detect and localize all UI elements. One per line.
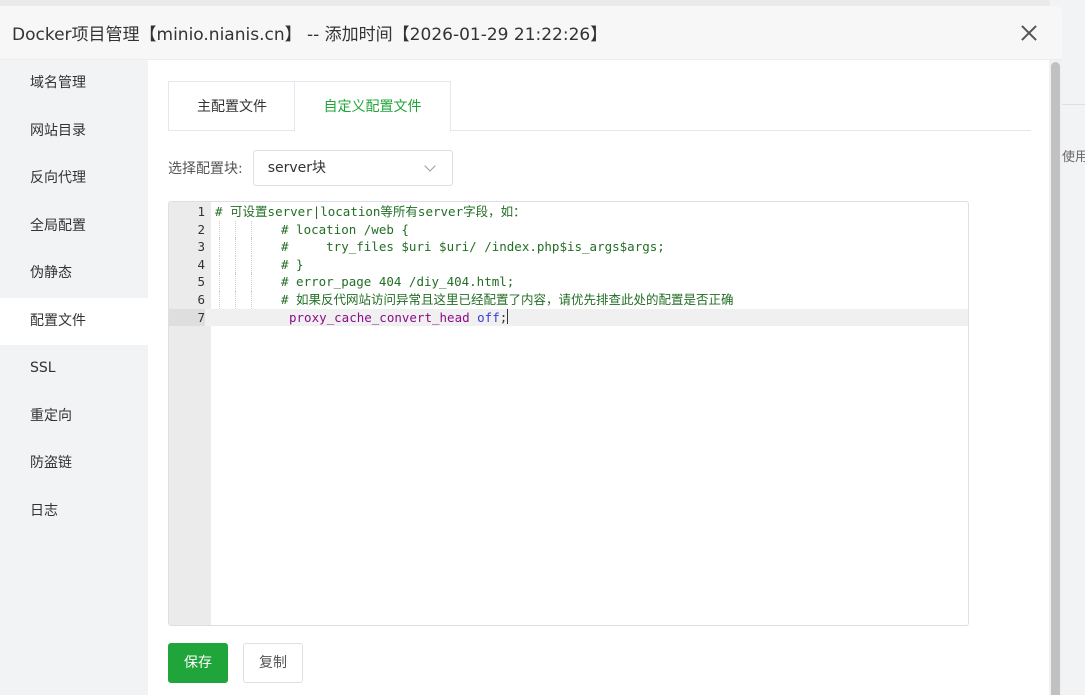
indent-guide	[235, 273, 236, 291]
code-editor[interactable]: 1 # 可设置server|location等所有server字段，如： 2 #…	[168, 201, 969, 626]
indent-guide	[251, 238, 252, 256]
config-tabs: 主配置文件 自定义配置文件	[168, 81, 1031, 132]
sidebar-item-reverse-proxy[interactable]: 反向代理	[0, 155, 148, 203]
directive-value: off	[477, 309, 500, 325]
save-button[interactable]: 保存	[168, 643, 228, 683]
tab-custom-config[interactable]: 自定义配置文件	[294, 81, 451, 132]
code-line-active: 7 proxy_cache_convert_head off;	[169, 308, 968, 327]
indent-guide	[251, 290, 252, 309]
dialog-header: Docker项目管理【minio.nianis.cn】 -- 添加时间【2026…	[0, 6, 1062, 60]
docker-project-dialog: Docker项目管理【minio.nianis.cn】 -- 添加时间【2026…	[0, 6, 1062, 695]
sidebar-item-redirect[interactable]: 重定向	[0, 393, 148, 441]
tab-main-config[interactable]: 主配置文件	[168, 81, 295, 131]
config-block-label: 选择配置块:	[168, 161, 243, 177]
line-number: 4	[197, 256, 205, 272]
directive-semicolon: ;	[499, 309, 508, 325]
code-comment: # 如果反代网站访问异常且这里已经配置了内容，请优先排查此处的配置是否正确	[281, 291, 734, 307]
dialog-title: Docker项目管理【minio.nianis.cn】 -- 添加时间【2026…	[12, 25, 608, 45]
action-buttons: 保存 复制	[168, 643, 303, 683]
config-block-select[interactable]: server块	[252, 150, 453, 186]
directive-name: proxy_cache_convert_head	[289, 309, 470, 325]
code-line: 2 # location /web {	[169, 220, 968, 239]
text-cursor	[507, 308, 509, 324]
code-comment: # 可设置server|location等所有server字段，如：	[215, 204, 526, 219]
indent-guide	[235, 255, 236, 274]
code-comment: # error_page 404 /diy_404.html;	[281, 274, 515, 290]
indent-guide	[235, 290, 236, 309]
code-line: 3 # try_files $uri $uri/ /index.php$is_a…	[169, 238, 968, 256]
copy-button[interactable]: 复制	[243, 643, 303, 683]
chevron-down-icon	[424, 160, 436, 172]
config-block-selected: server块	[267, 160, 327, 176]
indent-guide	[251, 255, 252, 274]
indent-guide	[219, 238, 220, 256]
line-number: 5	[197, 274, 205, 290]
sidebar-item-config-file[interactable]: 配置文件	[0, 297, 148, 345]
line-number: 7	[169, 308, 205, 327]
settings-sidebar: 域名管理 网站目录 反向代理 全局配置 伪静态 配置文件 SSL 重定向 防盗链…	[0, 60, 148, 695]
line-number: 3	[197, 239, 205, 255]
indent-guide	[219, 255, 220, 274]
line-number: 6	[197, 291, 205, 307]
code-directive-line: proxy_cache_convert_head off;	[289, 308, 509, 327]
code-line: 1 # 可设置server|location等所有server字段，如：	[169, 203, 968, 221]
indent-guide	[251, 273, 252, 291]
code-comment: # try_files $uri $uri/ /index.php$is_arg…	[281, 239, 665, 255]
sidebar-item-site-directory[interactable]: 网站目录	[0, 108, 148, 156]
line-number: 2	[197, 221, 205, 237]
scrollbar-thumb[interactable]	[1051, 62, 1060, 695]
indent-guide	[235, 220, 236, 239]
line-number: 1	[197, 204, 205, 219]
sidebar-item-rewrite[interactable]: 伪静态	[0, 250, 148, 298]
sidebar-item-domain[interactable]: 域名管理	[0, 60, 148, 108]
code-line: 6 # 如果反代网站访问异常且这里已经配置了内容，请优先排查此处的配置是否正确	[169, 290, 968, 309]
indent-guide	[219, 290, 220, 309]
indent-guide	[219, 273, 220, 291]
dialog-scrollbar[interactable]	[1049, 60, 1062, 695]
background-divider	[1060, 104, 1085, 105]
sidebar-item-global-config[interactable]: 全局配置	[0, 203, 148, 251]
indent-guide	[219, 220, 220, 239]
sidebar-item-logs[interactable]: 日志	[0, 488, 148, 536]
code-line: 5 # error_page 404 /diy_404.html;	[169, 273, 968, 291]
sidebar-item-ssl[interactable]: SSL	[0, 345, 148, 393]
code-comment: # location /web {	[281, 221, 409, 237]
code-line: 4 # }	[169, 255, 968, 274]
sidebar-item-hotlink-protection[interactable]: 防盗链	[0, 440, 148, 488]
indent-guide	[235, 238, 236, 256]
background-help-text: 使用帮	[1062, 150, 1085, 165]
close-icon[interactable]	[1018, 22, 1040, 44]
code-lines: 1 # 可设置server|location等所有server字段，如： 2 #…	[169, 203, 968, 327]
indent-guide	[251, 220, 252, 239]
code-comment: # }	[281, 256, 304, 272]
config-block-row: 选择配置块: server块	[168, 150, 453, 186]
